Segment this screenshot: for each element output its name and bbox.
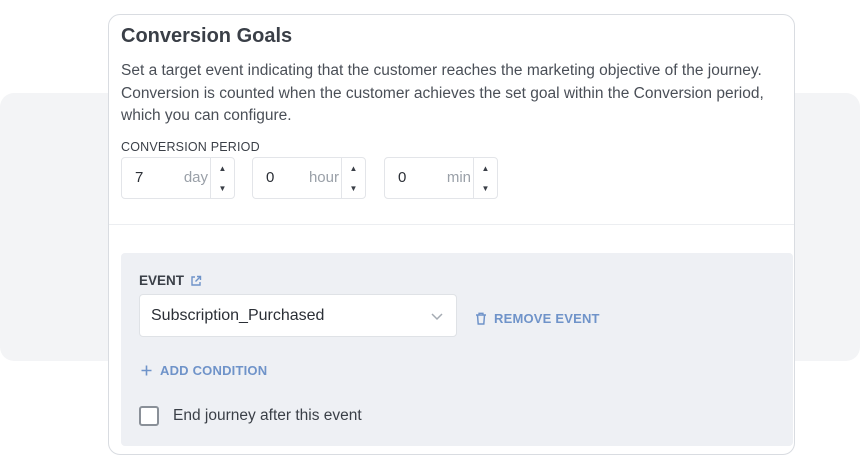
caret-down-icon[interactable]: ▼	[211, 178, 234, 198]
caret-up-icon[interactable]: ▲	[474, 158, 497, 178]
card-title: Conversion Goals	[121, 25, 293, 47]
day-stepper[interactable]: 7 day ▲ ▼	[121, 157, 235, 199]
caret-down-icon[interactable]: ▼	[474, 178, 497, 198]
day-stepper-arrows: ▲ ▼	[210, 158, 234, 198]
min-stepper-arrows: ▲ ▼	[473, 158, 497, 198]
end-journey-label[interactable]: End journey after this event	[173, 407, 362, 425]
add-condition-label: ADD CONDITION	[160, 363, 268, 378]
conversion-period-label: CONVERSION PERIOD	[121, 140, 260, 154]
event-select-value: Subscription_Purchased	[151, 307, 325, 324]
external-link-icon[interactable]	[190, 275, 202, 287]
hour-stepper[interactable]: 0 hour ▲ ▼	[252, 157, 366, 199]
event-label: EVENT	[139, 273, 185, 288]
card-description: Set a target event indicating that the c…	[121, 62, 764, 124]
add-condition-button[interactable]: ADD CONDITION	[141, 363, 267, 378]
event-label-row: EVENT	[139, 273, 202, 288]
remove-event-button[interactable]: REMOVE EVENT	[475, 311, 600, 326]
section-divider	[109, 224, 794, 225]
caret-up-icon[interactable]: ▲	[342, 158, 365, 178]
caret-up-icon[interactable]: ▲	[211, 158, 234, 178]
trash-icon	[476, 312, 486, 325]
conversion-goals-card: Conversion Goals Set a target event indi…	[108, 14, 795, 455]
hour-unit: hour	[308, 169, 339, 186]
event-select[interactable]: Subscription_Purchased	[139, 294, 457, 337]
end-journey-row: End journey after this event	[139, 406, 362, 426]
min-unit: min	[446, 169, 471, 186]
event-section: EVENT Subscription_Purchased REMOVE EVEN…	[121, 253, 793, 446]
end-journey-checkbox[interactable]	[139, 406, 159, 426]
hour-stepper-arrows: ▲ ▼	[341, 158, 365, 198]
caret-down-icon[interactable]: ▼	[342, 178, 365, 198]
chevron-down-icon	[431, 313, 443, 321]
day-unit: day	[183, 169, 208, 186]
remove-event-label: REMOVE EVENT	[494, 311, 600, 326]
min-stepper[interactable]: 0 min ▲ ▼	[384, 157, 498, 199]
plus-icon	[141, 365, 152, 376]
